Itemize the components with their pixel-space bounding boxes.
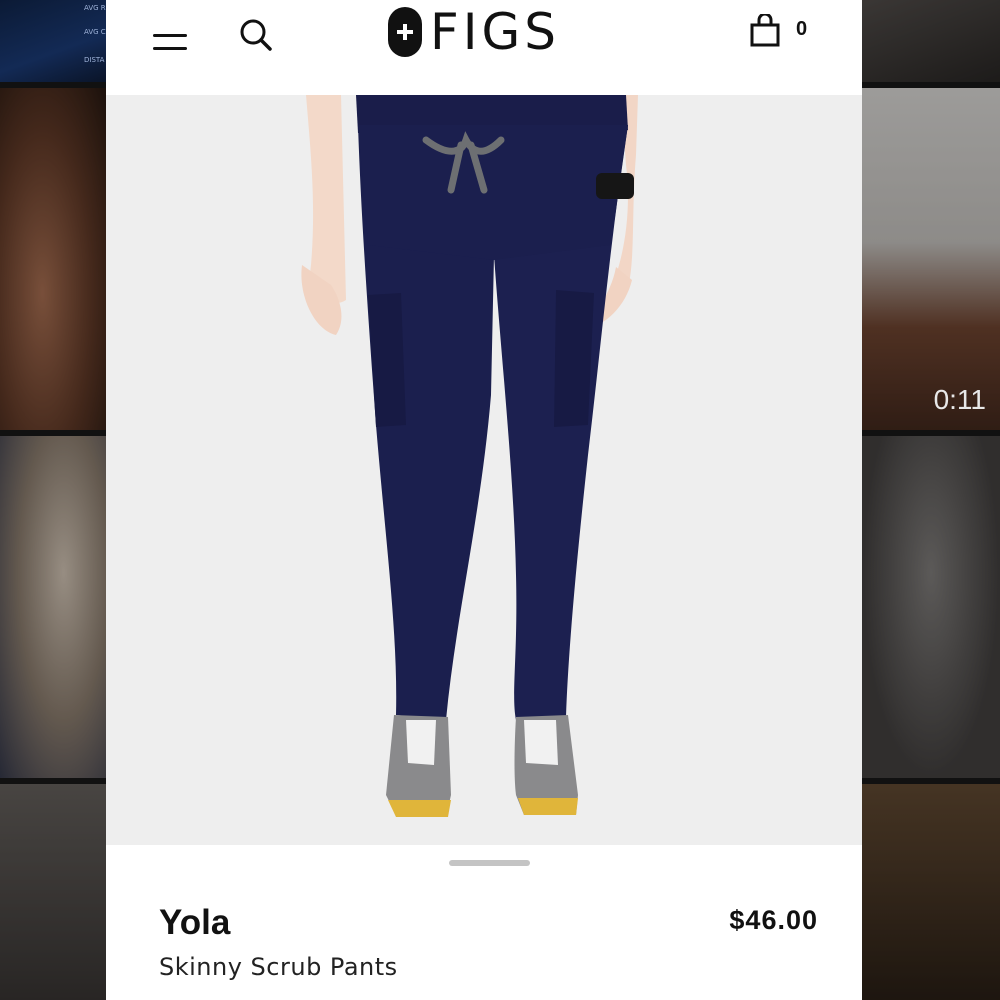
- cart-count[interactable]: 0: [796, 18, 807, 41]
- search-icon[interactable]: [239, 18, 273, 52]
- video-tile-right-2: 0:11: [862, 88, 1000, 430]
- site-header: FIGS 0: [106, 0, 862, 95]
- brand-logo[interactable]: FIGS: [388, 4, 560, 60]
- video-tile-top-left: AVG R AVG C DISTA: [0, 0, 106, 82]
- plus-logo-icon: [388, 7, 422, 57]
- tile-text-2: AVG C: [84, 28, 106, 36]
- phone-screen: FIGS 0 Yola Skinny Scrub Pants $46.00: [106, 0, 862, 1000]
- product-photo: [301, 95, 638, 817]
- video-tile-right-4: [862, 784, 1000, 1000]
- brand-name: FIGS: [430, 3, 560, 61]
- product-info-sheet: Yola Skinny Scrub Pants $46.00: [106, 845, 862, 1000]
- product-name: Yola: [159, 903, 231, 942]
- product-price: $46.00: [729, 905, 818, 935]
- video-tile-left-3: [0, 436, 106, 778]
- product-subtitle: Skinny Scrub Pants: [159, 953, 398, 981]
- tile-text-1: AVG R: [84, 4, 106, 12]
- product-image-carousel[interactable]: [106, 95, 862, 845]
- sheet-drag-handle[interactable]: [449, 860, 530, 866]
- shopping-bag-icon[interactable]: [749, 12, 781, 48]
- video-timer: 0:11: [933, 384, 986, 415]
- hamburger-menu-icon[interactable]: [153, 34, 187, 50]
- tile-text-3: DISTA: [84, 56, 105, 64]
- video-tile-left-4: [0, 784, 106, 1000]
- video-tile-left-2: [0, 88, 106, 430]
- video-tile-top-right: [862, 0, 1000, 82]
- video-tile-right-3: [862, 436, 1000, 778]
